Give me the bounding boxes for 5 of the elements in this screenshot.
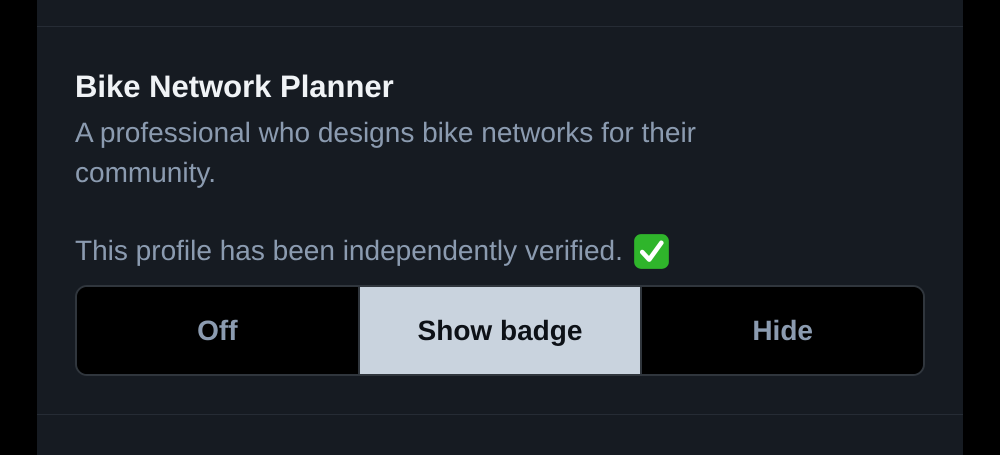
segment-option[interactable]: Hide [640, 287, 923, 374]
setting-description: A professional who designs bike networks for their community. [75, 116, 697, 190]
segment-option[interactable]: Show badge [358, 287, 640, 374]
verification-note: This profile has been independently verified. [75, 234, 623, 268]
setting-title: Bike Network Planner [75, 68, 395, 106]
